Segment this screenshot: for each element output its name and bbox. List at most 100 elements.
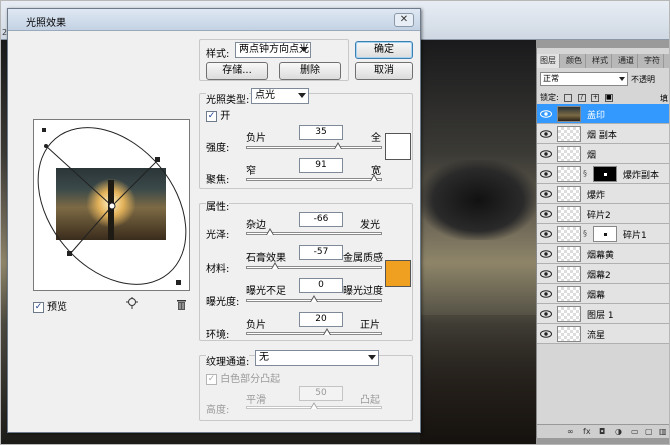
eye-icon[interactable]	[540, 250, 552, 258]
focus-input[interactable]: 91	[299, 158, 343, 173]
trash-icon[interactable]	[176, 298, 187, 310]
layer-thumbnail[interactable]	[557, 326, 581, 342]
gloss-slider[interactable]	[246, 228, 382, 235]
layer-thumbnail[interactable]	[557, 126, 581, 142]
layer-row[interactable]: § 爆炸副本	[537, 164, 670, 184]
layer-thumbnail[interactable]	[557, 266, 581, 282]
layer-row[interactable]: 爆炸	[537, 184, 670, 204]
intensity-label: 强度:	[206, 143, 230, 154]
light-color-swatch[interactable]	[385, 133, 411, 160]
layer-mask-thumbnail[interactable]	[593, 166, 617, 182]
layer-row[interactable]: 烟幕2	[537, 264, 670, 284]
layer-row[interactable]: § 碎片1	[537, 224, 670, 244]
layer-thumbnail[interactable]	[557, 106, 581, 122]
layer-row[interactable]: 流星	[537, 324, 670, 344]
tab-color[interactable]: 颜色	[563, 54, 586, 68]
layer-mask-thumbnail[interactable]	[593, 226, 617, 242]
eye-icon[interactable]	[540, 150, 552, 158]
group-folder-icon[interactable]: ▭	[631, 427, 639, 436]
lock-transparent-icon[interactable]	[564, 93, 573, 102]
tab-character[interactable]: 字符	[641, 54, 664, 68]
tab-layers[interactable]: 图层	[537, 54, 560, 68]
layer-thumbnail[interactable]	[557, 146, 581, 162]
eye-icon[interactable]	[540, 210, 552, 218]
eye-icon[interactable]	[540, 330, 552, 338]
light-type-select[interactable]: 点光	[251, 88, 309, 104]
light-ellipse-overlay[interactable]	[34, 120, 191, 292]
eye-icon[interactable]	[540, 170, 552, 178]
layer-thumbnail[interactable]	[557, 286, 581, 302]
lock-move-icon[interactable]: +	[591, 93, 600, 102]
light-on-row[interactable]: ✓ 开	[206, 107, 230, 122]
ambience-slider-thumb[interactable]	[323, 328, 332, 335]
delete-button[interactable]: 删除	[279, 62, 341, 80]
intensity-slider[interactable]	[246, 142, 382, 149]
gloss-slider-thumb[interactable]	[265, 228, 274, 235]
focus-slider-thumb[interactable]	[370, 174, 379, 181]
layer-thumbnail[interactable]	[557, 186, 581, 202]
layer-row[interactable]: 碎片2	[537, 204, 670, 224]
eye-icon[interactable]	[540, 230, 552, 238]
intensity-slider-thumb[interactable]	[334, 142, 343, 149]
trash-icon[interactable]: ▥	[659, 427, 667, 436]
light-on-checkbox[interactable]: ✓	[206, 110, 217, 122]
material-slider-thumb[interactable]	[271, 262, 280, 269]
save-button[interactable]: 存储...	[206, 62, 268, 80]
layer-row[interactable]: 图层 1	[537, 304, 670, 324]
layer-thumbnail[interactable]	[557, 246, 581, 262]
white-high-checkbox[interactable]: ✓	[206, 373, 217, 385]
layer-row[interactable]: 烟 副本	[537, 124, 670, 144]
layer-row[interactable]: 烟幕	[537, 284, 670, 304]
chain-link-icon[interactable]: §	[583, 169, 587, 178]
new-layer-icon[interactable]: ▢	[645, 427, 653, 436]
link-layers-icon[interactable]: ∞	[567, 427, 574, 436]
layer-thumbnail[interactable]	[557, 166, 581, 182]
cancel-button[interactable]: 取消	[355, 62, 413, 80]
tab-styles[interactable]: 样式	[589, 54, 612, 68]
eye-icon[interactable]	[540, 190, 552, 198]
height-input[interactable]: 50	[299, 386, 343, 401]
height-slider[interactable]	[246, 402, 382, 409]
chain-link-icon[interactable]: §	[583, 229, 587, 238]
texture-channel-select[interactable]: 无	[255, 350, 379, 366]
exposure-slider[interactable]	[246, 295, 382, 302]
layer-thumbnail[interactable]	[557, 306, 581, 322]
white-high-row[interactable]: ✓ 白色部分凸起	[206, 370, 280, 385]
ambient-color-swatch[interactable]	[385, 260, 411, 287]
layer-row[interactable]: 烟	[537, 144, 670, 164]
exposure-input[interactable]: 0	[299, 278, 343, 293]
eye-icon[interactable]	[540, 270, 552, 278]
ok-button[interactable]: 确定	[355, 41, 413, 59]
preview-checkbox-row[interactable]: ✓ 预览	[33, 298, 67, 313]
fx-icon[interactable]: fx	[583, 427, 591, 436]
eye-icon[interactable]	[540, 290, 552, 298]
ambience-input[interactable]: 20	[299, 312, 343, 327]
adjustment-layer-icon[interactable]: ◑	[615, 427, 622, 436]
lock-paint-icon[interactable]: /	[577, 93, 586, 102]
gloss-input[interactable]: -66	[299, 212, 343, 227]
layer-row[interactable]: 烟幕黄	[537, 244, 670, 264]
eye-icon[interactable]	[540, 310, 552, 318]
layer-row[interactable]: 盖印	[537, 104, 670, 124]
style-select[interactable]: 两点钟方向点光	[235, 42, 311, 58]
tab-channels[interactable]: 通道	[615, 54, 638, 68]
material-slider[interactable]	[246, 262, 382, 269]
eye-icon[interactable]	[540, 110, 552, 118]
light-bulb-icon[interactable]	[126, 297, 138, 310]
ambience-slider[interactable]	[246, 328, 382, 335]
focus-slider[interactable]	[246, 174, 382, 181]
add-mask-icon[interactable]: ◘	[599, 427, 605, 436]
blend-mode-select[interactable]: 正常	[540, 72, 628, 86]
material-input[interactable]: -57	[299, 245, 343, 260]
exposure-slider-thumb[interactable]	[310, 295, 318, 302]
preview-canvas[interactable]	[33, 119, 190, 291]
height-slider-thumb[interactable]	[310, 402, 318, 409]
preview-checkbox[interactable]: ✓	[33, 301, 44, 313]
eye-icon[interactable]	[540, 130, 552, 138]
close-button[interactable]: ✕	[394, 13, 414, 27]
intensity-input[interactable]: 35	[299, 125, 343, 140]
layer-thumbnail[interactable]	[557, 226, 581, 242]
dialog-titlebar[interactable]: 光照效果 ✕	[8, 9, 420, 31]
lock-all-icon[interactable]: ■	[604, 93, 613, 102]
layer-thumbnail[interactable]	[557, 206, 581, 222]
